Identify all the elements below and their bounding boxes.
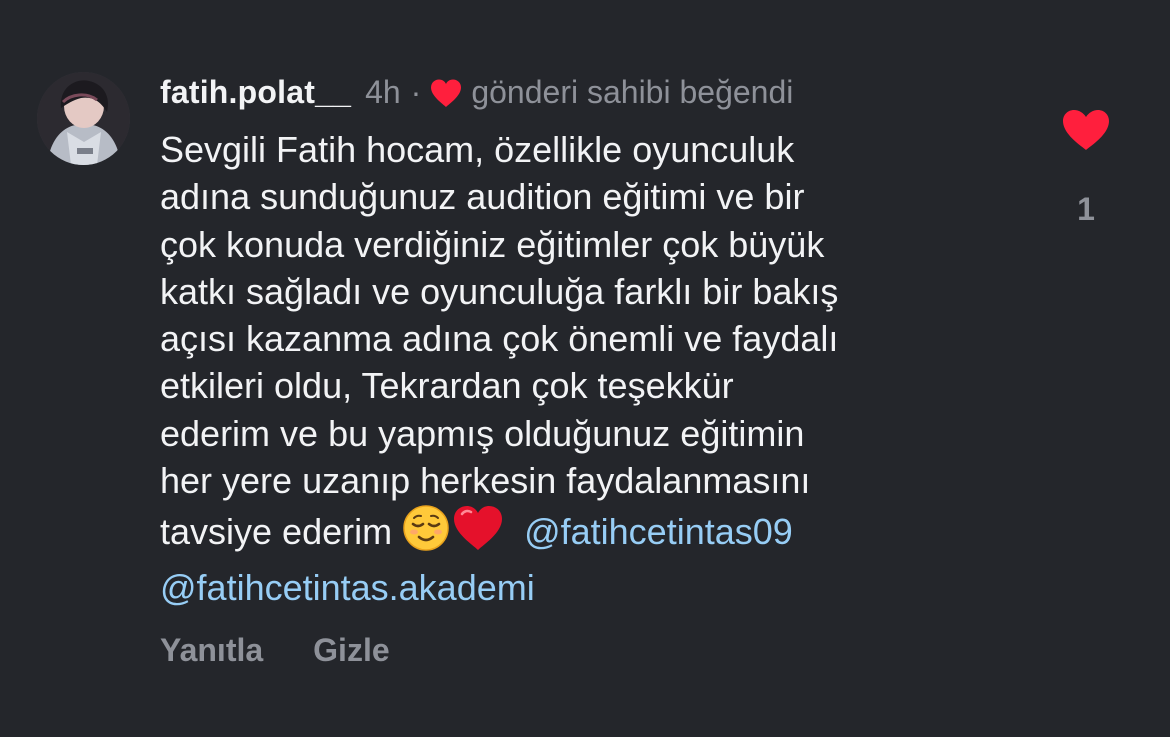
- timestamp: 4h: [365, 74, 401, 110]
- relieved-face-icon: [402, 504, 450, 563]
- comment-line-text: tavsiye ederim: [160, 511, 403, 553]
- separator-dot: ·: [410, 74, 422, 110]
- heart-icon: [429, 77, 463, 107]
- comment-line-last: tavsiye ederim @fatihcetintas09: [160, 504, 1020, 563]
- like-column: 1: [1058, 108, 1114, 228]
- comment-line: Sevgili Fatih hocam, özellikle oyunculuk: [160, 129, 795, 170]
- comment-line: etkileri oldu, Tekrardan çok teşekkür: [160, 365, 734, 407]
- comment-body: Sevgili Fatih hocam, özellikle oyunculuk…: [160, 126, 1020, 611]
- comment-line: adına sunduğunuz audition eğitimi ve bir: [160, 176, 805, 218]
- comment-line: her yere uzanıp herkesin faydalanmasını: [160, 460, 811, 502]
- red-heart-icon: [450, 504, 506, 563]
- username-link[interactable]: fatih.polat__: [160, 72, 351, 112]
- mention-link[interactable]: @fatihcetintas.akademi: [160, 567, 535, 608]
- comment-line: ederim ve bu yapmış olduğunuz eğitimin: [160, 412, 805, 454]
- owner-liked-label: gönderi sahibi beğendi: [471, 74, 794, 110]
- comment-header: fatih.polat__ 4h · gönderi sahibi beğend…: [160, 72, 793, 112]
- avatar-image: [37, 72, 130, 165]
- comment-line: çok konuda verdiğiniz eğitimler çok büyü…: [160, 223, 825, 265]
- like-heart-icon[interactable]: [1058, 108, 1114, 157]
- avatar[interactable]: [37, 72, 130, 165]
- hide-button[interactable]: Gizle: [313, 630, 389, 670]
- mention-link[interactable]: @fatihcetintas09: [524, 511, 793, 552]
- comment-line: katkı sağladı ve oyunculuğa farklı bir b…: [160, 270, 839, 312]
- like-count: 1: [1077, 191, 1095, 227]
- comment-line: açısı kazanma adına çok önemli ve faydal…: [160, 318, 839, 360]
- comment-actions: Yanıtla Gizle: [160, 630, 390, 670]
- reply-button[interactable]: Yanıtla: [160, 630, 263, 670]
- comment-line: @fatihcetintas.akademi: [160, 564, 1020, 611]
